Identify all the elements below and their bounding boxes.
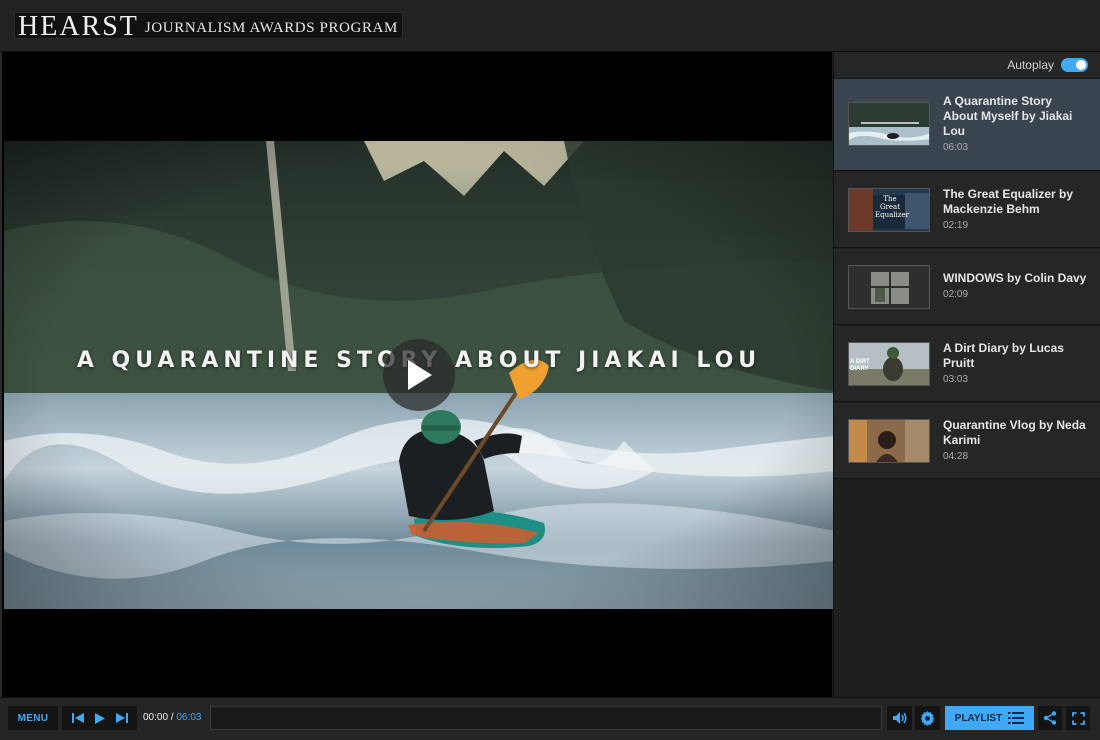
playlist-button[interactable]: PLAYLIST xyxy=(945,706,1034,730)
toggle-knob xyxy=(1076,60,1086,70)
playlist-item-text: A Dirt Diary by Lucas Pruitt 03:03 xyxy=(943,341,1088,385)
playlist-item-title: Quarantine Vlog by Neda Karimi xyxy=(943,418,1086,447)
playlist-item[interactable]: WINDOWS by Colin Davy 02:09 xyxy=(834,249,1100,325)
logo-main-text: HEARST xyxy=(18,11,139,42)
skip-forward-button[interactable] xyxy=(115,712,129,724)
gear-icon xyxy=(920,710,935,726)
playlist-thumbnail xyxy=(848,419,930,463)
playlist-item-text: Quarantine Vlog by Neda Karimi 04:28 xyxy=(943,418,1088,462)
playlist-item[interactable]: A DIRT DIARY A Dirt Diary by Lucas Pruit… xyxy=(834,326,1100,402)
playlist-item-title: WINDOWS by Colin Davy xyxy=(943,271,1087,285)
current-time: 00:00 xyxy=(143,712,169,723)
playlist-item-text: The Great Equalizer by Mackenzie Behm 02… xyxy=(943,187,1088,231)
volume-button[interactable] xyxy=(887,706,912,730)
playlist-item-duration: 03:03 xyxy=(943,374,969,385)
playlist-item[interactable]: Quarantine Vlog by Neda Karimi 04:28 xyxy=(834,403,1100,479)
big-play-button[interactable] xyxy=(383,339,455,411)
video-player[interactable]: A QUARANTINE STORY ABOUT JIAKAI LOU xyxy=(0,52,834,697)
player-control-bar: MENU 00:00 / 06:03 PLAYLIST xyxy=(0,697,1100,740)
autoplay-row: Autoplay xyxy=(834,52,1100,79)
skip-back-icon xyxy=(71,713,84,723)
menu-button[interactable]: MENU xyxy=(8,706,58,730)
playlist-item[interactable]: The Great Equalizer The Great Equalizer … xyxy=(834,172,1100,248)
playlist-item-duration: 02:19 xyxy=(943,220,969,231)
site-header: HEARST JOURNALISM AWARDS PROGRAM xyxy=(0,0,1100,52)
progress-bar[interactable] xyxy=(210,706,882,730)
play-icon xyxy=(408,360,432,390)
playlist-item-title: A Quarantine Story About Myself by Jiaka… xyxy=(943,94,1073,138)
play-icon xyxy=(94,712,105,724)
transport-controls xyxy=(62,706,137,730)
playlist-thumbnail: A DIRT DIARY xyxy=(848,342,930,386)
playlist-item[interactable]: A Quarantine Story About Myself by Jiaka… xyxy=(834,79,1100,171)
list-icon xyxy=(1008,712,1025,724)
fullscreen-icon xyxy=(1071,711,1085,725)
time-display: 00:00 / 06:03 xyxy=(143,712,201,723)
volume-icon xyxy=(892,712,906,724)
share-icon xyxy=(1043,711,1057,725)
playlist-thumbnail xyxy=(848,102,930,146)
playlist-button-label: PLAYLIST xyxy=(954,712,1003,724)
playlist-thumbnail xyxy=(848,265,930,309)
autoplay-toggle[interactable] xyxy=(1061,58,1088,72)
thumbnail-caption: A DIRT DIARY xyxy=(850,359,870,372)
thumbnail-caption: The Great Equalizer xyxy=(875,195,909,219)
total-duration: 06:03 xyxy=(176,712,202,723)
play-button[interactable] xyxy=(94,712,106,725)
skip-back-button[interactable] xyxy=(71,712,85,724)
playlist-item-text: WINDOWS by Colin Davy 02:09 xyxy=(943,271,1088,300)
playlist-item-duration: 04:28 xyxy=(943,451,969,462)
playlist-sidebar: Autoplay A Quarantine Story About Myself… xyxy=(833,52,1100,697)
playlist-item-title: The Great Equalizer by Mackenzie Behm xyxy=(943,187,1074,216)
playlist-item-title: A Dirt Diary by Lucas Pruitt xyxy=(943,341,1064,370)
settings-button[interactable] xyxy=(915,706,940,730)
playlist-thumbnail: The Great Equalizer xyxy=(848,188,930,232)
playlist-item-duration: 06:03 xyxy=(943,142,969,153)
fullscreen-button[interactable] xyxy=(1066,706,1090,730)
playlist-item-text: A Quarantine Story About Myself by Jiaka… xyxy=(943,94,1088,153)
autoplay-label: Autoplay xyxy=(1007,58,1054,72)
logo-sub-text: JOURNALISM AWARDS PROGRAM xyxy=(144,20,398,36)
share-button[interactable] xyxy=(1038,706,1062,730)
skip-forward-icon xyxy=(115,713,128,723)
playlist-item-duration: 02:09 xyxy=(943,289,969,300)
hearst-logo[interactable]: HEARST JOURNALISM AWARDS PROGRAM xyxy=(14,11,403,42)
video-frame[interactable]: A QUARANTINE STORY ABOUT JIAKAI LOU xyxy=(4,141,834,609)
